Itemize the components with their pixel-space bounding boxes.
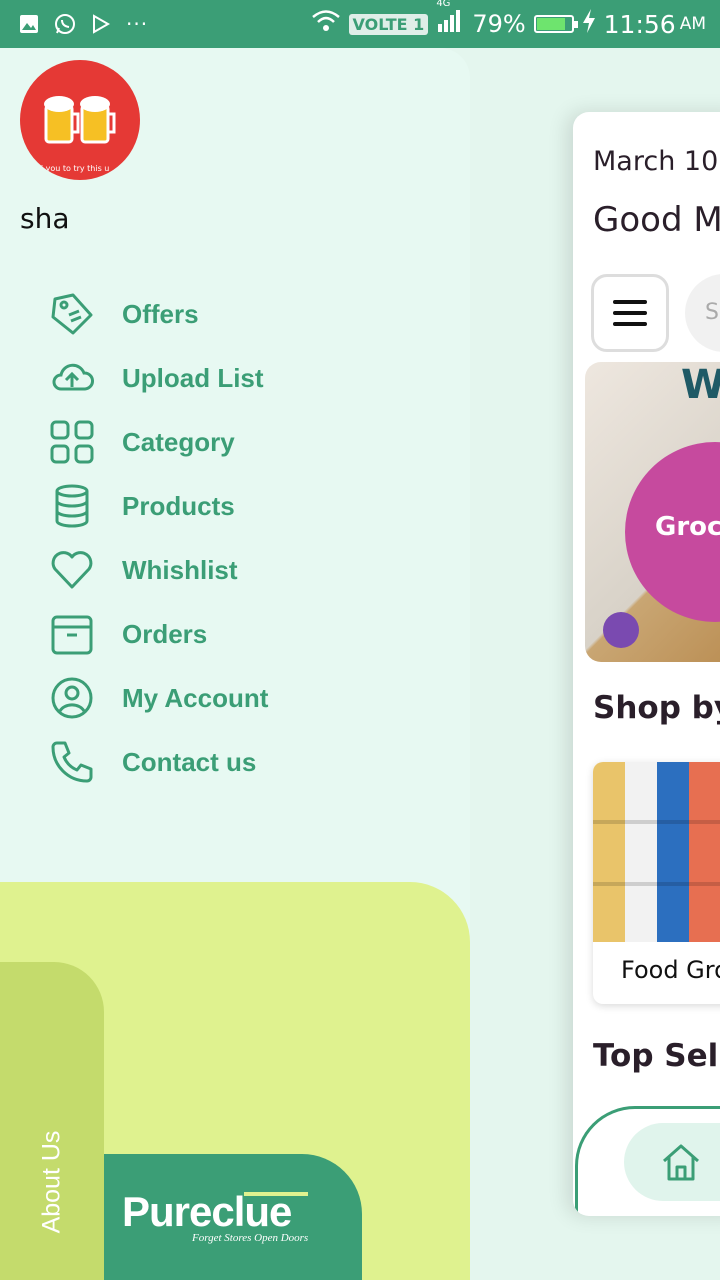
menu-label: Whishlist <box>122 554 238 585</box>
brand-logo-block: Pureclue Forget Stores Open Doors <box>104 1154 362 1280</box>
top-selling-title: Top Sellin <box>593 1038 720 1074</box>
menu-label: Upload List <box>122 362 264 393</box>
menu-item-category[interactable]: Category <box>48 410 268 474</box>
signal-icon: 4G <box>436 0 464 38</box>
clock-ampm: AM <box>679 14 706 34</box>
heart-icon <box>48 546 96 594</box>
network-type: 4G <box>436 0 451 9</box>
shop-by-category-title: Shop by <box>593 690 720 726</box>
navigation-drawer: d you to try this u sha Offers Upload Li… <box>0 48 470 1280</box>
home-icon <box>663 1144 699 1181</box>
greeting-heading: Good M <box>593 200 720 240</box>
battery-percent: 79% <box>472 10 526 38</box>
category-label: Food Gro <box>621 956 720 984</box>
promo-banner[interactable]: We Groc <box>585 362 720 662</box>
volte-badge: VOLTE 1 <box>348 13 429 35</box>
menu-label: Offers <box>122 298 199 329</box>
grid-icon <box>48 418 96 466</box>
avatar-caption: d you to try this u <box>38 164 110 173</box>
banner-dot <box>603 612 639 648</box>
category-image <box>593 762 720 942</box>
menu-item-offers[interactable]: Offers <box>48 282 268 346</box>
about-us-label[interactable]: About Us <box>38 1131 67 1234</box>
whatsapp-notification-icon <box>54 13 76 35</box>
category-card-food-grocery[interactable]: Food Gro <box>593 762 720 1004</box>
beer-mugs-icon <box>44 96 116 144</box>
drawer-menu: Offers Upload List Category Products Whi… <box>48 282 268 794</box>
menu-label: Products <box>122 490 235 521</box>
charging-icon <box>582 9 596 39</box>
database-icon <box>48 482 96 530</box>
user-circle-icon <box>48 674 96 722</box>
more-notifications-icon: ··· <box>126 12 149 36</box>
menu-item-orders[interactable]: Orders <box>48 602 268 666</box>
menu-item-my-account[interactable]: My Account <box>48 666 268 730</box>
user-name: sha <box>20 202 70 235</box>
status-bar: ··· VOLTE 1 4G 79% 11:56 AM <box>0 0 720 48</box>
menu-label: Orders <box>122 618 208 649</box>
nav-home-button[interactable] <box>624 1123 720 1201</box>
menu-item-products[interactable]: Products <box>48 474 268 538</box>
avatar[interactable]: d you to try this u <box>20 60 140 180</box>
gallery-notification-icon <box>18 13 40 35</box>
play-store-notification-icon <box>90 13 112 35</box>
wifi-icon <box>311 9 341 39</box>
bottom-navigation <box>575 1106 720 1214</box>
clock-time: 11:56 <box>603 9 676 39</box>
banner-heading: We <box>681 362 720 408</box>
tag-icon <box>48 290 96 338</box>
battery-icon <box>533 15 578 33</box>
brand-logo: Pureclue <box>122 1188 292 1235</box>
home-screen-preview[interactable]: March 10, Good M Se We Groc Shop by Food… <box>573 112 720 1216</box>
menu-label: Category <box>122 426 235 457</box>
menu-item-upload-list[interactable]: Upload List <box>48 346 268 410</box>
brand-tagline: Forget Stores Open Doors <box>192 1232 309 1244</box>
menu-label: My Account <box>122 682 269 713</box>
menu-item-whishlist[interactable]: Whishlist <box>48 538 268 602</box>
cloud-upload-icon <box>48 354 96 402</box>
menu-item-contact-us[interactable]: Contact us <box>48 730 268 794</box>
box-icon <box>48 610 96 658</box>
menu-label: Contact us <box>122 746 257 777</box>
phone-icon <box>48 738 96 786</box>
hamburger-menu-button[interactable] <box>591 274 669 352</box>
search-input[interactable]: Se <box>685 274 720 352</box>
current-date: March 10, <box>593 146 720 177</box>
banner-text: Groc <box>655 512 720 542</box>
